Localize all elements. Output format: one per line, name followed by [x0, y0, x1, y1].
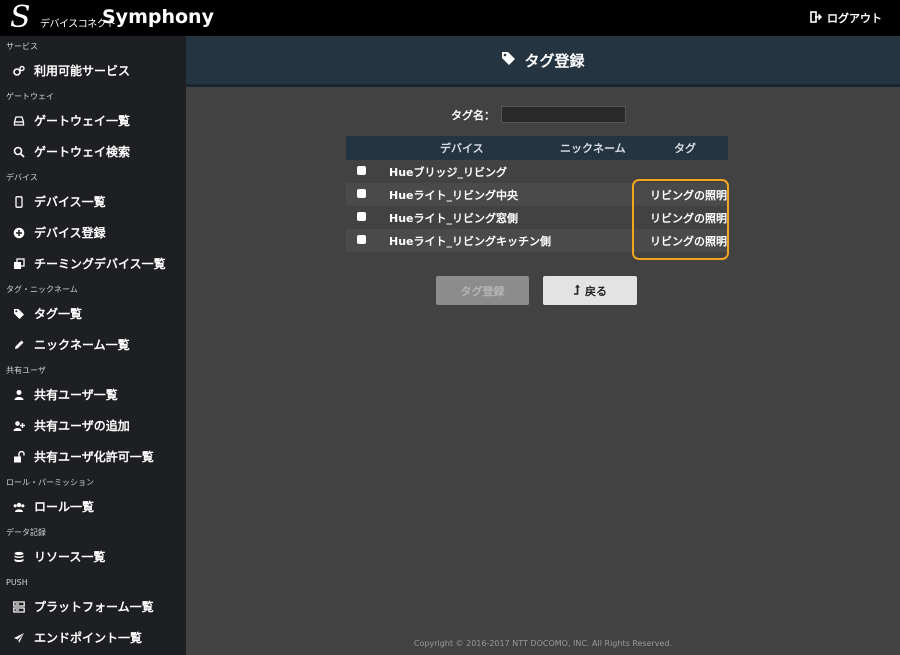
main-content: タグ登録 タグ名： デバイス ニックネーム タグ Hueブリッジ_リビング Hue…	[186, 36, 900, 655]
plus-circle-icon	[12, 226, 26, 240]
sidebar: サービス利用可能サービスゲートウェイゲートウェイ一覧 ゲートウェイ検索デバイスデバ…	[0, 36, 186, 655]
sidebar-item[interactable]: デバイス登録	[0, 217, 186, 248]
logo-mark: S	[10, 0, 31, 35]
sidebar-item[interactable]: ゲートウェイ検索	[0, 136, 186, 167]
table-row: Hueブリッジ_リビング	[346, 160, 728, 183]
nickname-cell	[558, 160, 644, 183]
tag-cell	[644, 160, 728, 183]
hdd-icon	[12, 114, 26, 128]
logo-title: Symphony	[102, 6, 214, 28]
sidebar-item-label: デバイス一覧	[34, 195, 106, 209]
sidebar-item[interactable]: 利用可能サービス	[0, 55, 186, 86]
user-icon	[12, 388, 26, 402]
page-title: タグ登録	[524, 51, 585, 70]
copyright-footer: Copyright © 2016-2017 NTT DOCOMO, INC. A…	[413, 639, 673, 648]
mobile-icon	[12, 195, 26, 209]
unlock-icon	[12, 450, 26, 464]
tag-cell: リビングの照明	[644, 183, 728, 206]
sidebar-item-label: タグ一覧	[34, 307, 83, 321]
table-row: Hueライト_リビング窓側 リビングの照明	[346, 206, 728, 229]
tags-icon	[12, 307, 26, 321]
sidebar-item-label: ゲートウェイ一覧	[34, 114, 131, 128]
sidebar-item-label: プラットフォーム一覧	[34, 600, 154, 614]
search-icon	[12, 145, 26, 159]
pencil-icon	[12, 338, 26, 352]
tag-name-row: タグ名：	[451, 106, 626, 123]
sidebar-section-title: データ記録	[6, 528, 46, 537]
table-header-row: デバイス ニックネーム タグ	[346, 136, 728, 160]
logout-button[interactable]: ログアウト	[810, 10, 882, 26]
tag-cell: リビングの照明	[644, 229, 728, 252]
device-name-cell: Hueライト_リビング中央	[380, 183, 558, 206]
logout-label: ログアウト	[827, 12, 882, 25]
sidebar-section-title: PUSH	[6, 578, 28, 587]
sidebar-item-label: 共有ユーザ化許可一覧	[34, 450, 154, 464]
column-header-select	[346, 136, 380, 160]
row-checkbox[interactable]	[357, 235, 366, 244]
nickname-cell	[558, 229, 644, 252]
device-name-cell: Hueライト_リビングキッチン側	[380, 229, 558, 252]
table-row: Hueライト_リビングキッチン側 リビングの照明	[346, 229, 728, 252]
sidebar-item[interactable]: ロール一覧	[0, 491, 186, 522]
sidebar-section-title: タグ・ニックネーム	[6, 285, 78, 294]
sidebar-item[interactable]: 共有ユーザ化許可一覧	[0, 441, 186, 472]
send-icon	[12, 631, 26, 645]
sidebar-section-title: デバイス	[6, 173, 38, 182]
sidebar-section-title: ゲートウェイ	[6, 92, 54, 101]
row-checkbox[interactable]	[357, 189, 366, 198]
device-name-cell: Hueブリッジ_リビング	[380, 160, 558, 183]
sidebar-item-label: 利用可能サービス	[34, 64, 131, 78]
sidebar-item[interactable]: 共有ユーザの追加	[0, 410, 186, 441]
sidebar-item[interactable]: デバイス一覧	[0, 186, 186, 217]
top-bar: S デバイスコネクト Symphony ログアウト	[0, 0, 900, 36]
device-table: デバイス ニックネーム タグ Hueブリッジ_リビング Hueライト_リビング中央…	[346, 136, 728, 252]
column-header-device: デバイス	[380, 136, 558, 160]
tag-name-label: タグ名：	[451, 108, 495, 122]
sidebar-item[interactable]: ニックネーム一覧	[0, 329, 186, 360]
sign-out-icon	[810, 10, 823, 26]
database-icon	[12, 550, 26, 564]
tag-cell: リビングの照明	[644, 206, 728, 229]
tag-register-button[interactable]: タグ登録	[436, 276, 529, 305]
users-icon	[12, 500, 26, 514]
sidebar-item-label: ニックネーム一覧	[34, 338, 130, 352]
sidebar-item[interactable]: チーミングデバイス一覧	[0, 248, 186, 279]
page-header: タグ登録	[186, 36, 900, 84]
sidebar-section-title: ロール・パーミッション	[6, 478, 94, 487]
sidebar-item-label: エンドポイント一覧	[34, 631, 143, 645]
sidebar-item[interactable]: プラットフォーム一覧	[0, 591, 186, 622]
sidebar-item[interactable]: ゲートウェイ一覧	[0, 105, 186, 136]
sidebar-item-label: 共有ユーザ一覧	[34, 388, 118, 402]
sidebar-section-title: 共有ユーザ	[6, 366, 46, 375]
server-icon	[12, 600, 26, 614]
tag-name-input[interactable]	[501, 106, 626, 123]
user-plus-icon	[12, 419, 26, 433]
sidebar-item-label: リソース一覧	[34, 550, 106, 564]
sidebar-item-label: ゲートウェイ検索	[34, 145, 131, 159]
device-name-cell: Hueライト_リビング窓側	[380, 206, 558, 229]
column-header-nickname: ニックネーム	[558, 136, 644, 160]
tag-icon	[501, 51, 516, 70]
back-button[interactable]: 戻る	[543, 276, 637, 305]
sidebar-item[interactable]: エンドポイント一覧	[0, 622, 186, 653]
level-up-icon	[573, 284, 581, 298]
cogs-icon	[12, 64, 26, 78]
nickname-cell	[558, 183, 644, 206]
row-checkbox[interactable]	[357, 212, 366, 221]
sidebar-item[interactable]: タグ一覧	[0, 298, 186, 329]
row-checkbox[interactable]	[357, 166, 366, 175]
sidebar-item-label: チーミングデバイス一覧	[34, 257, 166, 271]
nickname-cell	[558, 206, 644, 229]
clone-icon	[12, 257, 26, 271]
sidebar-item-label: ロール一覧	[34, 500, 95, 514]
sidebar-section-title: サービス	[6, 42, 38, 51]
sidebar-item[interactable]: 共有ユーザ一覧	[0, 379, 186, 410]
sidebar-item-label: 共有ユーザの追加	[34, 419, 130, 433]
column-header-tag: タグ	[644, 136, 728, 160]
table-row: Hueライト_リビング中央 リビングの照明	[346, 183, 728, 206]
sidebar-item-label: デバイス登録	[34, 226, 106, 240]
sidebar-item[interactable]: リソース一覧	[0, 541, 186, 572]
